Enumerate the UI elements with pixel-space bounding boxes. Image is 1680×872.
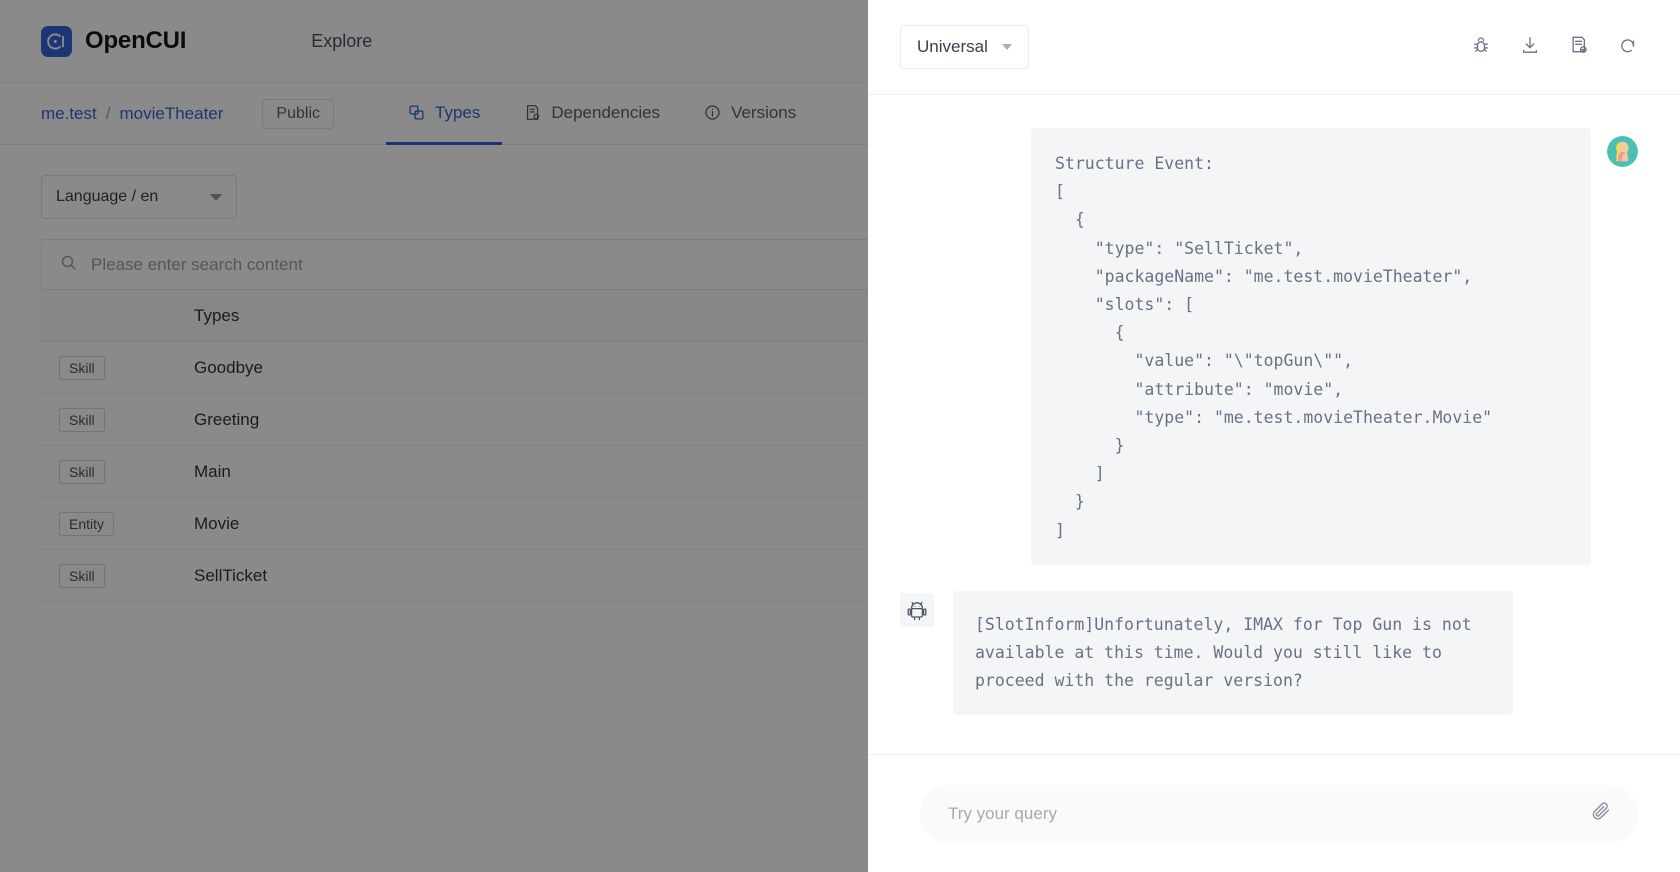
bot-message-bubble: [SlotInform]Unfortunately, IMAX for Top … bbox=[953, 590, 1513, 716]
chat-composer: Try your query bbox=[868, 754, 1680, 872]
query-input[interactable]: Try your query bbox=[948, 804, 1057, 824]
report-check-icon[interactable] bbox=[1569, 35, 1589, 60]
download-icon[interactable] bbox=[1520, 35, 1540, 60]
channel-select-value: Universal bbox=[917, 37, 988, 56]
channel-select[interactable]: Universal bbox=[900, 25, 1029, 69]
bot-message-text: [SlotInform]Unfortunately, IMAX for Top … bbox=[975, 614, 1482, 691]
message-bot: [SlotInform]Unfortunately, IMAX for Top … bbox=[900, 590, 1638, 716]
avatar bbox=[1607, 136, 1638, 167]
screen: OpenCUI Explore me.test / movieTheater P… bbox=[0, 0, 1680, 872]
chevron-down-icon bbox=[1001, 44, 1012, 50]
robot-avatar-icon bbox=[900, 592, 934, 627]
query-input-wrapper[interactable]: Try your query bbox=[920, 784, 1638, 843]
chat-header: Universal bbox=[868, 0, 1680, 95]
chat-header-actions bbox=[1471, 35, 1638, 60]
bug-icon[interactable] bbox=[1471, 35, 1491, 60]
chat-messages: Structure Event: [ { "type": "SellTicket… bbox=[868, 95, 1680, 754]
paperclip-icon[interactable] bbox=[1591, 801, 1612, 827]
code-block-text: Structure Event: [ { "type": "SellTicket… bbox=[1055, 154, 1493, 540]
refresh-icon[interactable] bbox=[1618, 35, 1638, 60]
code-block: Structure Event: [ { "type": "SellTicket… bbox=[1031, 128, 1591, 565]
chat-panel: Universal Structure Event: [{"type": "… bbox=[868, 0, 1680, 872]
message-user: Structure Event: [ { "type": "SellTicket… bbox=[900, 128, 1638, 565]
